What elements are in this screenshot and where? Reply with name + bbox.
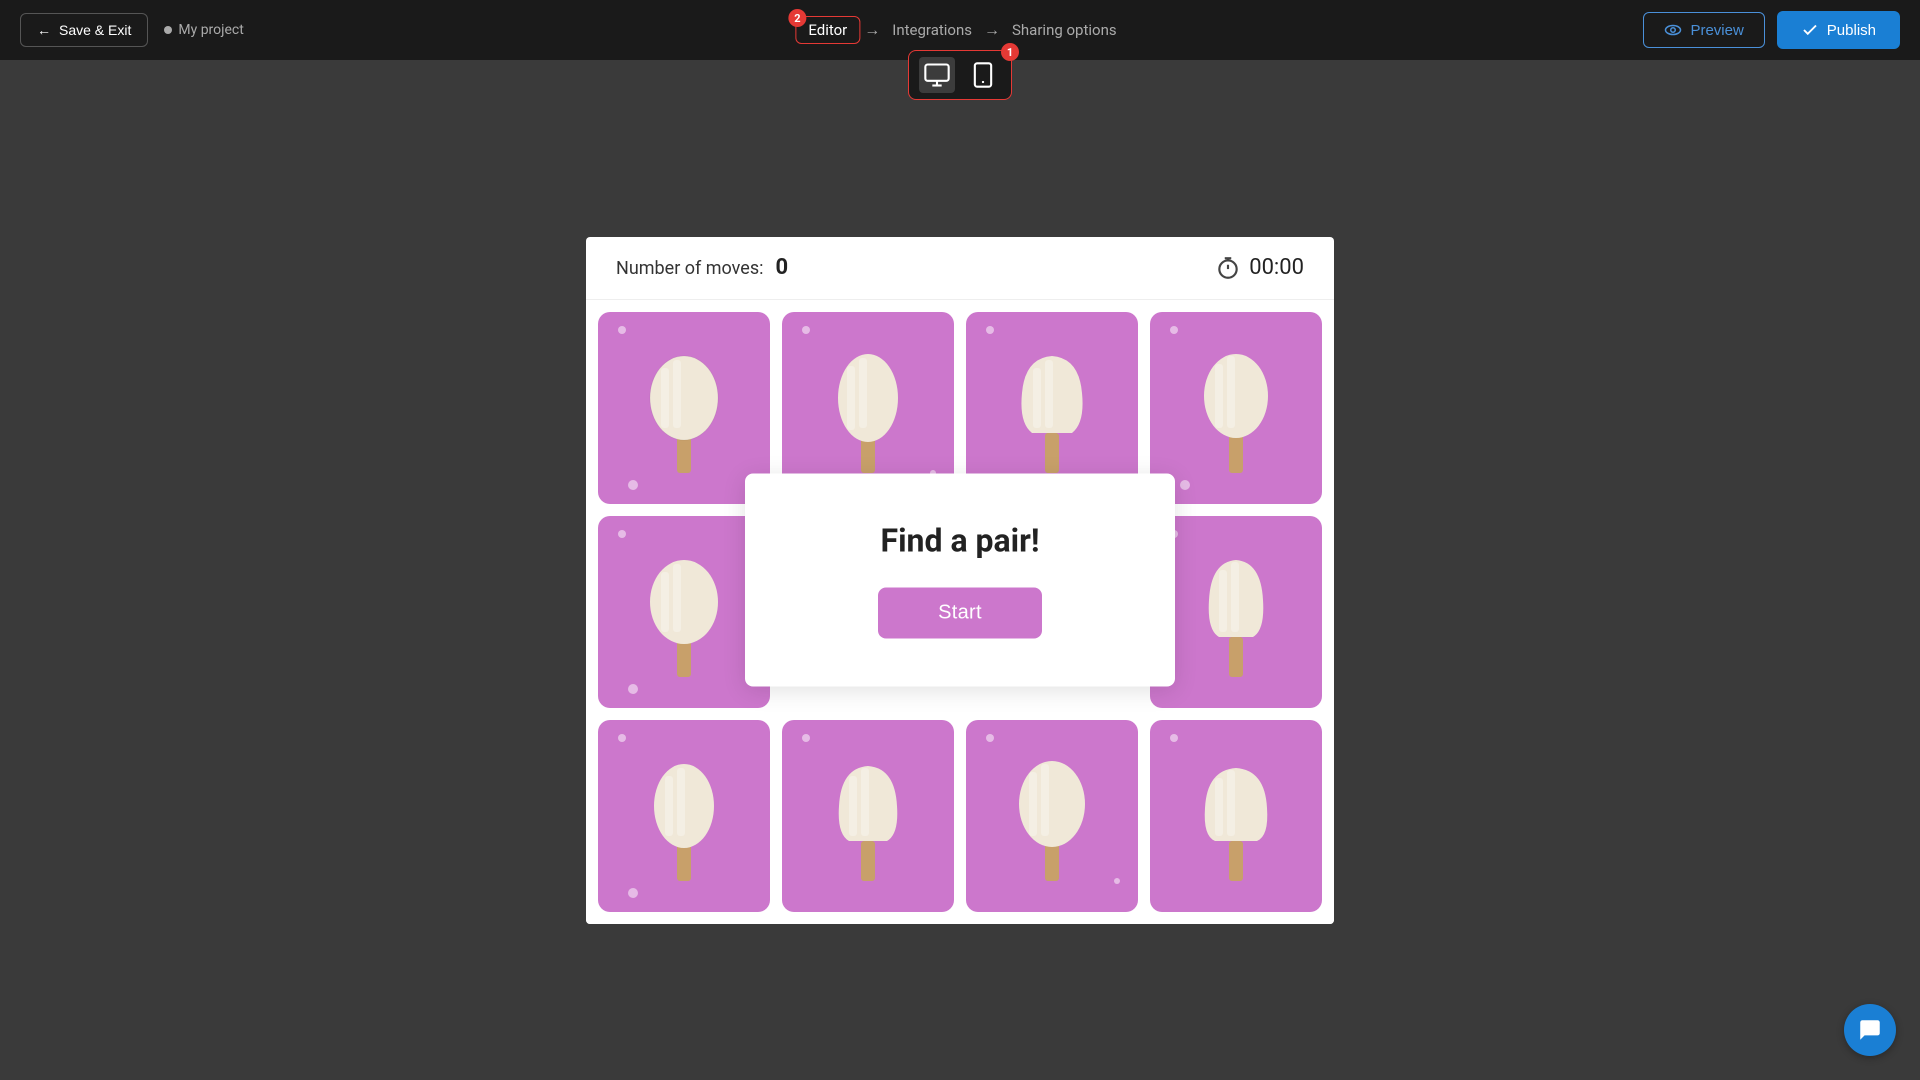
dot-decoration — [628, 480, 638, 490]
desktop-icon — [923, 61, 951, 89]
moves-section: Number of moves: 0 — [616, 255, 788, 280]
device-switcher-badge: 1 — [1001, 43, 1019, 61]
dot-decoration — [628, 888, 638, 898]
topbar-right: Preview Publish — [1643, 11, 1900, 49]
publish-button[interactable]: Publish — [1777, 11, 1900, 49]
topbar-left: ← Save & Exit My project — [20, 13, 244, 47]
dot-decoration — [1170, 326, 1178, 334]
dot-decoration — [618, 326, 626, 334]
find-pair-title: Find a pair! — [881, 522, 1040, 560]
popsicle-icon — [1007, 746, 1097, 886]
save-exit-button[interactable]: ← Save & Exit — [20, 13, 148, 47]
card-cell-10[interactable] — [782, 720, 954, 912]
card-cell-11[interactable] — [966, 720, 1138, 912]
popsicle-icon — [1191, 542, 1281, 682]
device-switcher: 1 — [908, 50, 1012, 100]
nav-step-integrations[interactable]: Integrations — [884, 17, 980, 43]
sharing-label: Sharing options — [1012, 21, 1117, 39]
dot-decoration — [986, 326, 994, 334]
dot-decoration — [802, 326, 810, 334]
nav-step-sharing[interactable]: Sharing options — [1004, 17, 1125, 43]
chat-icon — [1857, 1017, 1883, 1043]
publish-label: Publish — [1827, 22, 1876, 39]
card-cell-1[interactable] — [598, 312, 770, 504]
nav-step-editor[interactable]: 2 Editor — [795, 16, 860, 44]
moves-label: Number of moves: — [616, 258, 763, 279]
eye-icon — [1664, 21, 1682, 39]
nav-arrow-2: → — [984, 20, 1000, 40]
chat-bubble-button[interactable] — [1844, 1004, 1896, 1056]
dot-decoration — [628, 684, 638, 694]
project-name: My project — [164, 22, 243, 38]
timer-section: 00:00 — [1215, 255, 1304, 281]
project-dot-icon — [164, 26, 172, 34]
popsicle-icon — [1191, 746, 1281, 886]
dot-decoration — [618, 530, 626, 538]
dot-decoration — [618, 734, 626, 742]
popsicle-icon — [639, 338, 729, 478]
mobile-icon — [969, 61, 997, 89]
card-cell-12[interactable] — [1150, 720, 1322, 912]
main-content: Number of moves: 0 00:00 — [0, 60, 1920, 1080]
project-name-label: My project — [178, 22, 243, 38]
editor-label: Editor — [808, 21, 847, 39]
editor-badge: 2 — [788, 9, 806, 27]
desktop-view-button[interactable] — [919, 57, 955, 93]
card-cell-9[interactable] — [598, 720, 770, 912]
popsicle-icon — [1007, 338, 1097, 478]
arrow-left-icon: ← — [37, 22, 51, 38]
moves-count: 0 — [775, 255, 788, 280]
save-exit-label: Save & Exit — [59, 22, 131, 38]
start-button[interactable]: Start — [878, 588, 1042, 639]
popsicle-icon — [1191, 338, 1281, 478]
find-pair-modal: Find a pair! Start — [745, 474, 1175, 687]
popsicle-icon — [823, 746, 913, 886]
popsicle-icon — [639, 746, 729, 886]
mobile-view-button[interactable] — [965, 57, 1001, 93]
dot-decoration — [1170, 734, 1178, 742]
dot-decoration — [1114, 878, 1120, 884]
card-cell-8[interactable] — [1150, 516, 1322, 708]
preview-button[interactable]: Preview — [1643, 12, 1764, 48]
nav-arrow-1: → — [864, 20, 880, 40]
popsicle-icon — [639, 542, 729, 682]
dot-decoration — [802, 734, 810, 742]
dot-decoration — [1180, 480, 1190, 490]
card-cell-4[interactable] — [1150, 312, 1322, 504]
timer-icon — [1215, 255, 1241, 281]
topbar-center: 2 Editor → Integrations → Sharing option… — [795, 16, 1124, 44]
check-icon — [1801, 21, 1819, 39]
integrations-label: Integrations — [892, 21, 972, 39]
preview-label: Preview — [1690, 22, 1743, 39]
timer-value: 00:00 — [1249, 255, 1304, 280]
dot-decoration — [986, 734, 994, 742]
game-canvas: Number of moves: 0 00:00 — [586, 237, 1334, 924]
popsicle-icon — [823, 338, 913, 478]
stats-bar: Number of moves: 0 00:00 — [586, 237, 1334, 300]
